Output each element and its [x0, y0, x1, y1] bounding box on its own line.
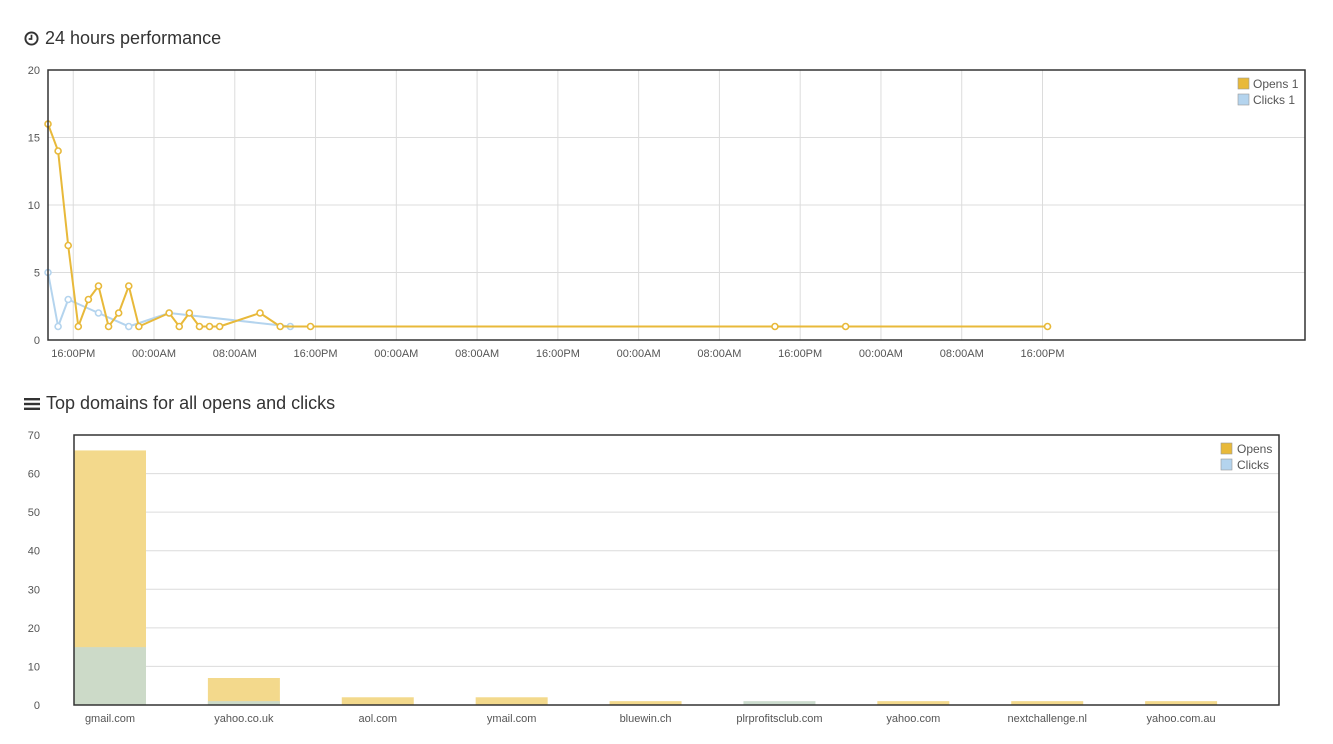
- x-tick-label: bluewin.ch: [620, 713, 672, 725]
- bar-opens: [207, 678, 280, 705]
- data-point-opens-1: [175, 322, 184, 331]
- x-tick-label: plrprofitsclub.com: [736, 713, 822, 725]
- legend-label: Opens: [1237, 442, 1272, 456]
- data-point-opens-1: [306, 322, 315, 331]
- x-tick-label: 00:00AM: [617, 348, 661, 360]
- x-tick-label: 08:00AM: [455, 348, 499, 360]
- x-tick-label: 16:00PM: [778, 348, 822, 360]
- x-tick-label: 08:00AM: [213, 348, 257, 360]
- y-tick-label: 30: [28, 584, 40, 596]
- performance-title: 24 hours performance: [24, 28, 221, 49]
- data-point-opens-1: [771, 322, 779, 331]
- bar-opens: [341, 697, 414, 705]
- x-tick-label: 16:00PM: [294, 348, 338, 360]
- y-tick-label: 10: [28, 200, 40, 212]
- y-tick-label: 5: [34, 268, 40, 280]
- x-tick-label: gmail.com: [85, 713, 135, 725]
- y-tick-label: 15: [28, 133, 40, 145]
- data-point-opens-1: [54, 147, 62, 155]
- data-point-opens-1: [215, 322, 224, 331]
- legend-swatch: [1220, 458, 1233, 471]
- x-tick-label: 16:00PM: [536, 348, 580, 360]
- data-point-opens-1: [276, 322, 285, 331]
- y-tick-label: 70: [28, 430, 40, 442]
- bar-opens: [475, 697, 548, 705]
- x-tick-label: aol.com: [359, 713, 398, 725]
- data-point-opens-1: [195, 322, 204, 331]
- clock-icon: [24, 31, 39, 46]
- data-point-clicks-1: [124, 322, 133, 331]
- data-point-opens-1: [185, 309, 194, 317]
- data-point-opens-1: [74, 322, 83, 331]
- y-tick-label: 60: [28, 469, 40, 481]
- data-point-opens-1: [124, 282, 133, 290]
- data-point-opens-1: [1043, 322, 1052, 331]
- legend-swatch: [1237, 77, 1250, 90]
- legend-label: Clicks: [1237, 458, 1269, 472]
- legend-label: Opens 1: [1253, 77, 1299, 91]
- data-point-opens-1: [104, 322, 113, 331]
- x-tick-label: 00:00AM: [859, 348, 903, 360]
- list-icon: [24, 397, 40, 410]
- x-tick-label: 08:00AM: [697, 348, 741, 360]
- x-tick-label: 16:00PM: [1020, 348, 1064, 360]
- data-point-clicks-1: [94, 309, 103, 317]
- y-tick-label: 20: [28, 623, 40, 635]
- series-line-clicks-1: [47, 272, 291, 328]
- plot-frame: [73, 434, 1280, 706]
- legend-swatch: [1237, 93, 1250, 106]
- series-line-opens-1: [47, 123, 1048, 328]
- data-point-opens-1: [84, 295, 93, 304]
- y-tick-label: 50: [28, 507, 40, 519]
- y-tick-label: 0: [34, 335, 40, 347]
- domains-title: Top domains for all opens and clicks: [24, 393, 335, 414]
- data-point-clicks-1: [64, 295, 72, 304]
- legend-swatch: [1220, 442, 1233, 455]
- x-tick-label: 00:00AM: [132, 348, 176, 360]
- x-tick-label: ymail.com: [487, 713, 537, 725]
- x-tick-label: 00:00AM: [374, 348, 418, 360]
- data-point-opens-1: [135, 322, 143, 331]
- data-point-opens-1: [94, 282, 103, 290]
- x-tick-label: yahoo.co.uk: [214, 713, 274, 725]
- performance-title-text: 24 hours performance: [45, 28, 222, 48]
- data-point-opens-1: [64, 241, 72, 250]
- y-tick-label: 40: [28, 546, 40, 558]
- data-point-opens-1: [256, 309, 264, 317]
- bar-clicks: [74, 647, 146, 705]
- x-tick-label: 16:00PM: [51, 348, 95, 360]
- legend-label: Clicks 1: [1253, 93, 1295, 107]
- data-point-clicks-1: [54, 322, 62, 331]
- x-tick-label: 08:00AM: [940, 348, 984, 360]
- data-point-opens-1: [165, 309, 173, 317]
- domains-bar-chart: 0 10 20 30 40 50 60 70 gmail.com yahoo.co.uk aol.c…: [28, 430, 1280, 725]
- x-tick-label: yahoo.com: [886, 713, 940, 725]
- data-point-opens-1: [205, 322, 214, 331]
- y-tick-label: 20: [28, 65, 40, 77]
- domains-title-text: Top domains for all opens and clicks: [46, 393, 336, 413]
- y-tick-label: 0: [34, 700, 40, 712]
- data-point-opens-1: [841, 322, 850, 331]
- performance-line-chart: 0 5 10 15 20 16:00PM 00:00AM 08:00AM 16:00PM 00:0…: [28, 65, 1306, 360]
- data-point-opens-1: [114, 309, 123, 317]
- y-tick-label: 10: [28, 661, 40, 673]
- x-tick-label: yahoo.com.au: [1147, 713, 1216, 725]
- x-tick-label: nextchallenge.nl: [1007, 713, 1087, 725]
